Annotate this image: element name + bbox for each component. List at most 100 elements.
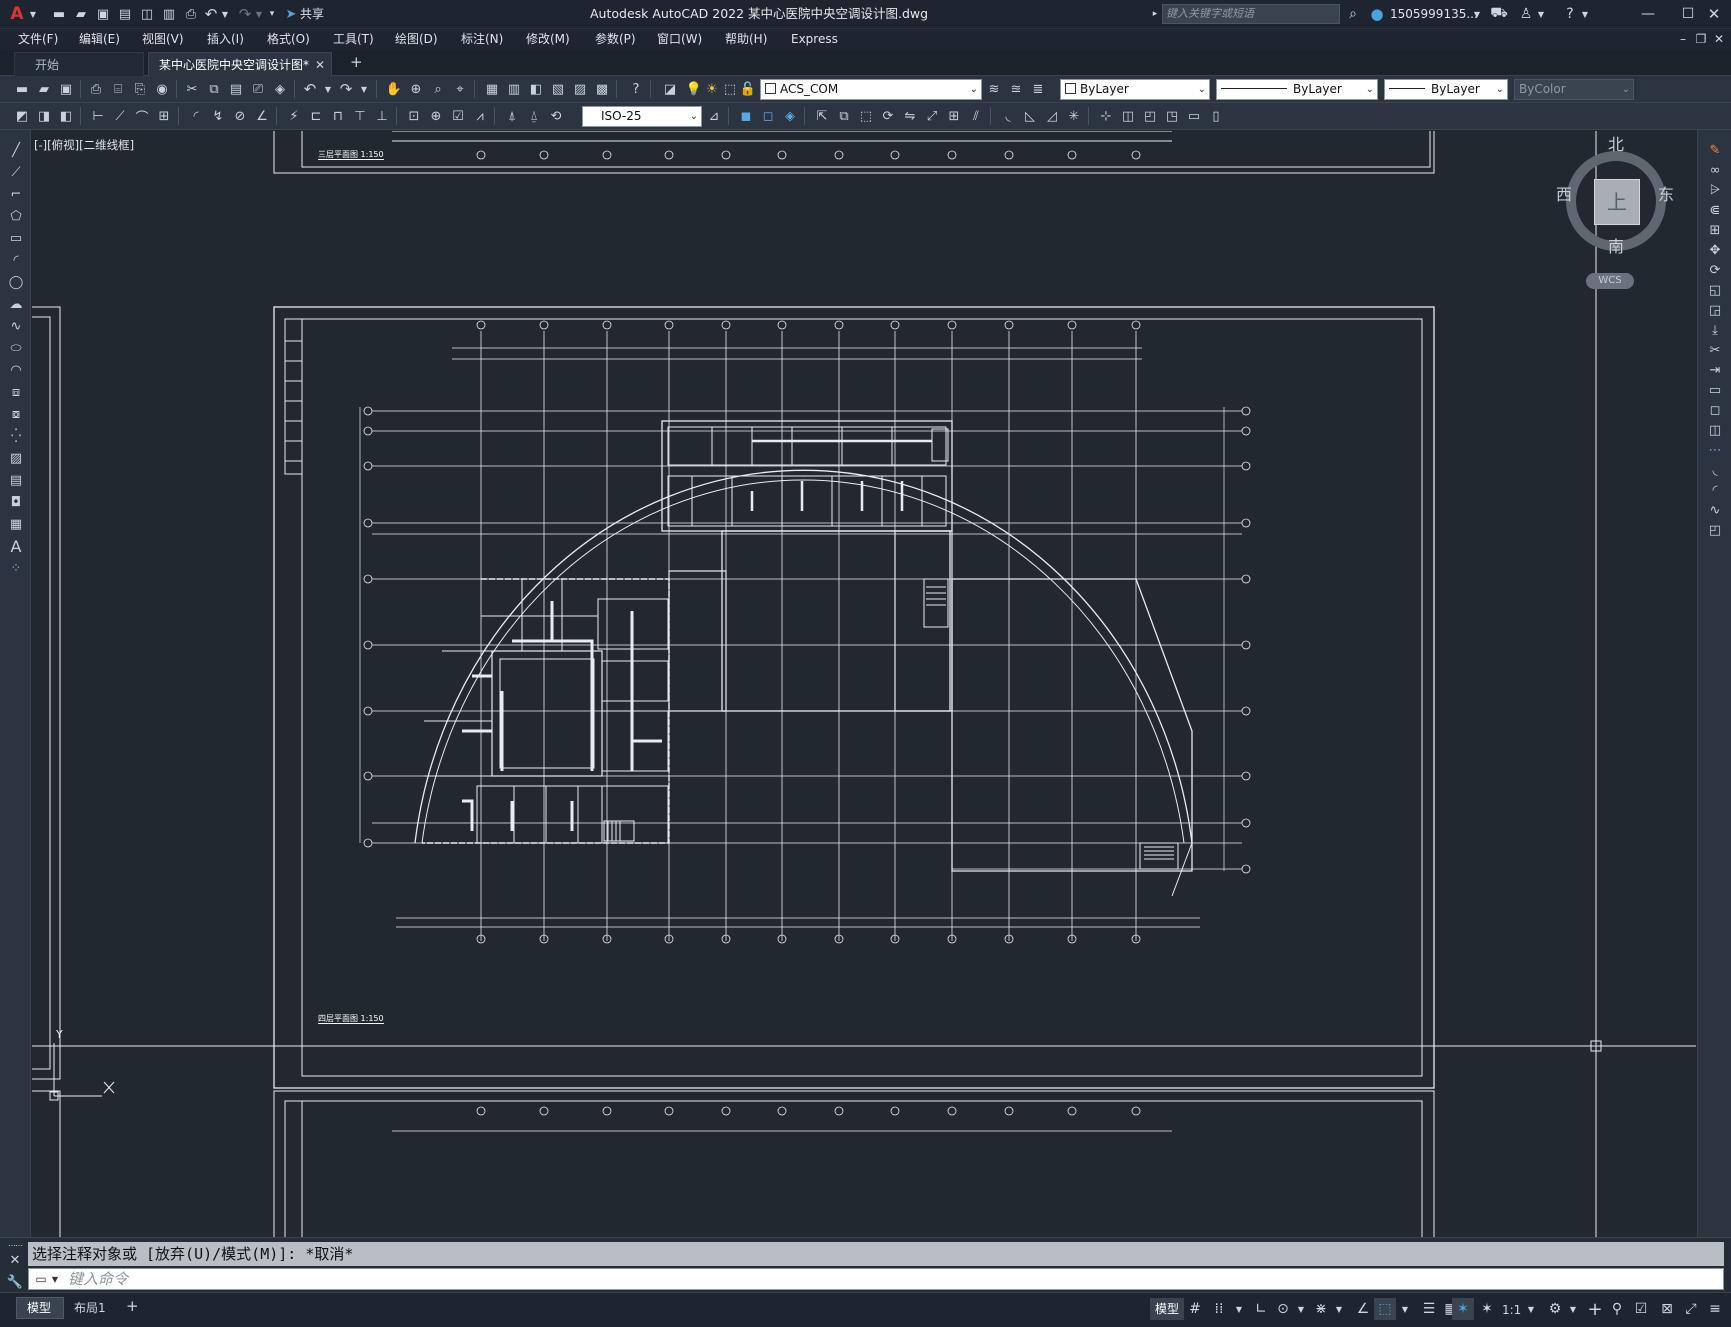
open-icon[interactable]: ▰ — [34, 79, 54, 99]
polar-dropdown-icon[interactable]: ▼ — [1290, 1298, 1312, 1320]
inspection-icon[interactable]: ☑ — [448, 106, 468, 126]
pan-icon[interactable]: ✋ — [384, 79, 404, 99]
offset-icon[interactable]: ⋐ — [1705, 200, 1725, 220]
layout-tab[interactable]: 布局1 — [74, 1300, 106, 1316]
recent-commands-icon[interactable]: ▼ — [50, 1273, 60, 1285]
offset-icon[interactable]: ⫽ — [966, 106, 986, 126]
command-prompt-icon[interactable]: ▭ — [32, 1271, 50, 1287]
zoom-realtime-icon[interactable]: ⊕ — [406, 79, 426, 99]
cart-icon[interactable]: ⛟ — [1490, 5, 1508, 23]
annotation-monitor-icon[interactable]: + — [1584, 1298, 1606, 1320]
help-dropdown-icon[interactable]: ▼ — [1580, 7, 1590, 21]
undo-icon[interactable]: ↶ — [202, 5, 220, 23]
copy-object-icon[interactable]: ∞ — [1705, 160, 1725, 180]
ungroup-icon[interactable]: ◻ — [758, 106, 778, 126]
3d-print-icon[interactable]: ◉ — [152, 79, 172, 99]
menu-dimension[interactable]: 标注(N) — [461, 31, 503, 47]
new-tab-button[interactable]: + — [350, 54, 363, 70]
menu-help[interactable]: 帮助(H) — [725, 31, 767, 47]
dim-space-icon[interactable]: ⊤ — [350, 106, 370, 126]
make-current-layer-icon[interactable]: ≋ — [984, 79, 1004, 99]
menu-express[interactable]: Express — [791, 31, 838, 47]
preview-icon[interactable]: ⌸ — [108, 79, 128, 99]
menu-file[interactable]: 文件(F) — [18, 31, 58, 47]
grid-icon[interactable]: # — [1184, 1298, 1206, 1320]
search-input[interactable]: 键入关键字或短语 — [1166, 6, 1254, 22]
explode-icon[interactable]: ✳ — [1064, 106, 1084, 126]
table-icon[interactable]: ▦ — [6, 514, 26, 534]
dim-style-manager-icon[interactable]: ⊿ — [704, 106, 724, 126]
jogged-linear-icon[interactable]: ⩘ — [470, 106, 490, 126]
spline-icon[interactable]: ∿ — [6, 316, 26, 336]
annotation-scale[interactable]: 1:1 — [1502, 1302, 1521, 1318]
viewcube-east[interactable]: 东 — [1658, 187, 1674, 203]
save-icon[interactable]: ▣ — [94, 5, 112, 23]
doc-restore-icon[interactable]: ❐ — [1694, 30, 1708, 48]
isodraft-dropdown-icon[interactable]: ▼ — [1328, 1298, 1350, 1320]
dimstyle-dropdown[interactable]: ISO-25 ⌄ — [582, 106, 702, 127]
table-style-icon[interactable]: ◧ — [56, 106, 76, 126]
maximize-icon[interactable]: ☐ — [1676, 4, 1700, 24]
dim-ordinate-icon[interactable]: ⊞ — [154, 106, 174, 126]
tab-start[interactable]: 开始 — [14, 52, 144, 76]
viewcube-south[interactable]: 南 — [1608, 239, 1624, 255]
dim-radius-icon[interactable]: ◜ — [186, 106, 206, 126]
help-icon[interactable]: ? — [1560, 5, 1580, 23]
chamfer-icon[interactable]: ⋯ — [1705, 440, 1725, 460]
mirror-icon[interactable]: ⩥ — [1705, 180, 1725, 200]
cut-icon[interactable]: ✂ — [1705, 340, 1725, 360]
multiline-text-icon[interactable]: A — [6, 536, 26, 556]
layer-lock-icon[interactable]: 🔓 — [738, 79, 758, 99]
explode-icon[interactable]: ◰ — [1705, 520, 1725, 540]
tolerance-icon[interactable]: ⊡ — [404, 106, 424, 126]
lineweight-icon[interactable]: ☰ — [1418, 1298, 1440, 1320]
annotation-visibility-icon[interactable]: ✶ — [1452, 1298, 1474, 1320]
linetype-dropdown[interactable]: ByLayer ⌄ — [1216, 79, 1378, 100]
blend-curves-icon[interactable]: ◜ — [1705, 480, 1725, 500]
properties-icon[interactable]: ▦ — [482, 79, 502, 99]
osnap-icon[interactable]: ⬚ — [1374, 1298, 1396, 1320]
copy-object-icon[interactable]: ⧉ — [834, 106, 854, 126]
workspace-dropdown-icon[interactable]: ▼ — [1562, 1298, 1584, 1320]
dim-aligned-icon[interactable]: ⟋ — [110, 106, 130, 126]
quick-properties-icon[interactable]: ☑ — [1630, 1298, 1652, 1320]
redo-dropdown-icon[interactable]: ▼ — [354, 79, 374, 99]
viewcube[interactable]: 上 北 南 东 西 — [1554, 137, 1678, 263]
clean-screen-icon[interactable]: ⤢ — [1680, 1298, 1702, 1320]
calculator-icon[interactable]: ▩ — [592, 79, 612, 99]
dim-linear-icon[interactable]: ⊢ — [88, 106, 108, 126]
dim-break-icon[interactable]: ⊥ — [372, 106, 392, 126]
redo-icon[interactable]: ↷ — [236, 5, 254, 23]
undo-icon[interactable]: ↶ — [300, 79, 320, 99]
design-center-icon[interactable]: ▥ — [504, 79, 524, 99]
search-icon[interactable]: ⌕ — [1344, 5, 1362, 23]
layer-freeze-icon[interactable]: ☀ — [702, 79, 722, 99]
make-block-icon[interactable]: ◫ — [1118, 106, 1138, 126]
units-icon[interactable]: ⚲ — [1606, 1298, 1628, 1320]
dim-baseline-icon[interactable]: ⊏ — [306, 106, 326, 126]
dim-angular-icon[interactable]: ∠ — [252, 106, 272, 126]
rotate-icon[interactable]: ⟳ — [878, 106, 898, 126]
snap-dropdown-icon[interactable]: ▼ — [1228, 1298, 1250, 1320]
center-mark-icon[interactable]: ⊕ — [426, 106, 446, 126]
viewcube-face-top[interactable]: 上 — [1594, 179, 1640, 225]
customize-status-icon[interactable]: ≡ — [1704, 1298, 1726, 1320]
publish-icon[interactable]: ⎘ — [130, 79, 150, 99]
break-at-point-icon[interactable]: ▭ — [1705, 380, 1725, 400]
command-input[interactable]: 键入命令 — [68, 1271, 128, 1287]
plot-icon[interactable]: ⎙ — [182, 5, 200, 23]
point-icon[interactable]: ⁛ — [6, 426, 26, 446]
autocad-logo-icon[interactable]: A — [6, 3, 28, 25]
web-save-icon[interactable]: ◫ — [138, 5, 156, 23]
search-expand-icon[interactable]: ▸ — [1150, 7, 1160, 21]
menu-format[interactable]: 格式(O) — [267, 31, 310, 47]
sheet-set-icon[interactable]: ▧ — [548, 79, 568, 99]
group-icon[interactable]: ◼ — [736, 106, 756, 126]
break-icon[interactable]: ◻ — [1705, 400, 1725, 420]
fillet-icon[interactable]: ◟ — [1705, 460, 1725, 480]
ellipse-icon[interactable]: ⬭ — [6, 338, 26, 358]
line-icon[interactable]: ╱ — [6, 140, 26, 160]
dim-update-icon[interactable]: ⟲ — [546, 106, 566, 126]
lineweight-dropdown[interactable]: ByLayer ⌄ — [1384, 79, 1508, 100]
join-icon[interactable]: ◫ — [1705, 420, 1725, 440]
